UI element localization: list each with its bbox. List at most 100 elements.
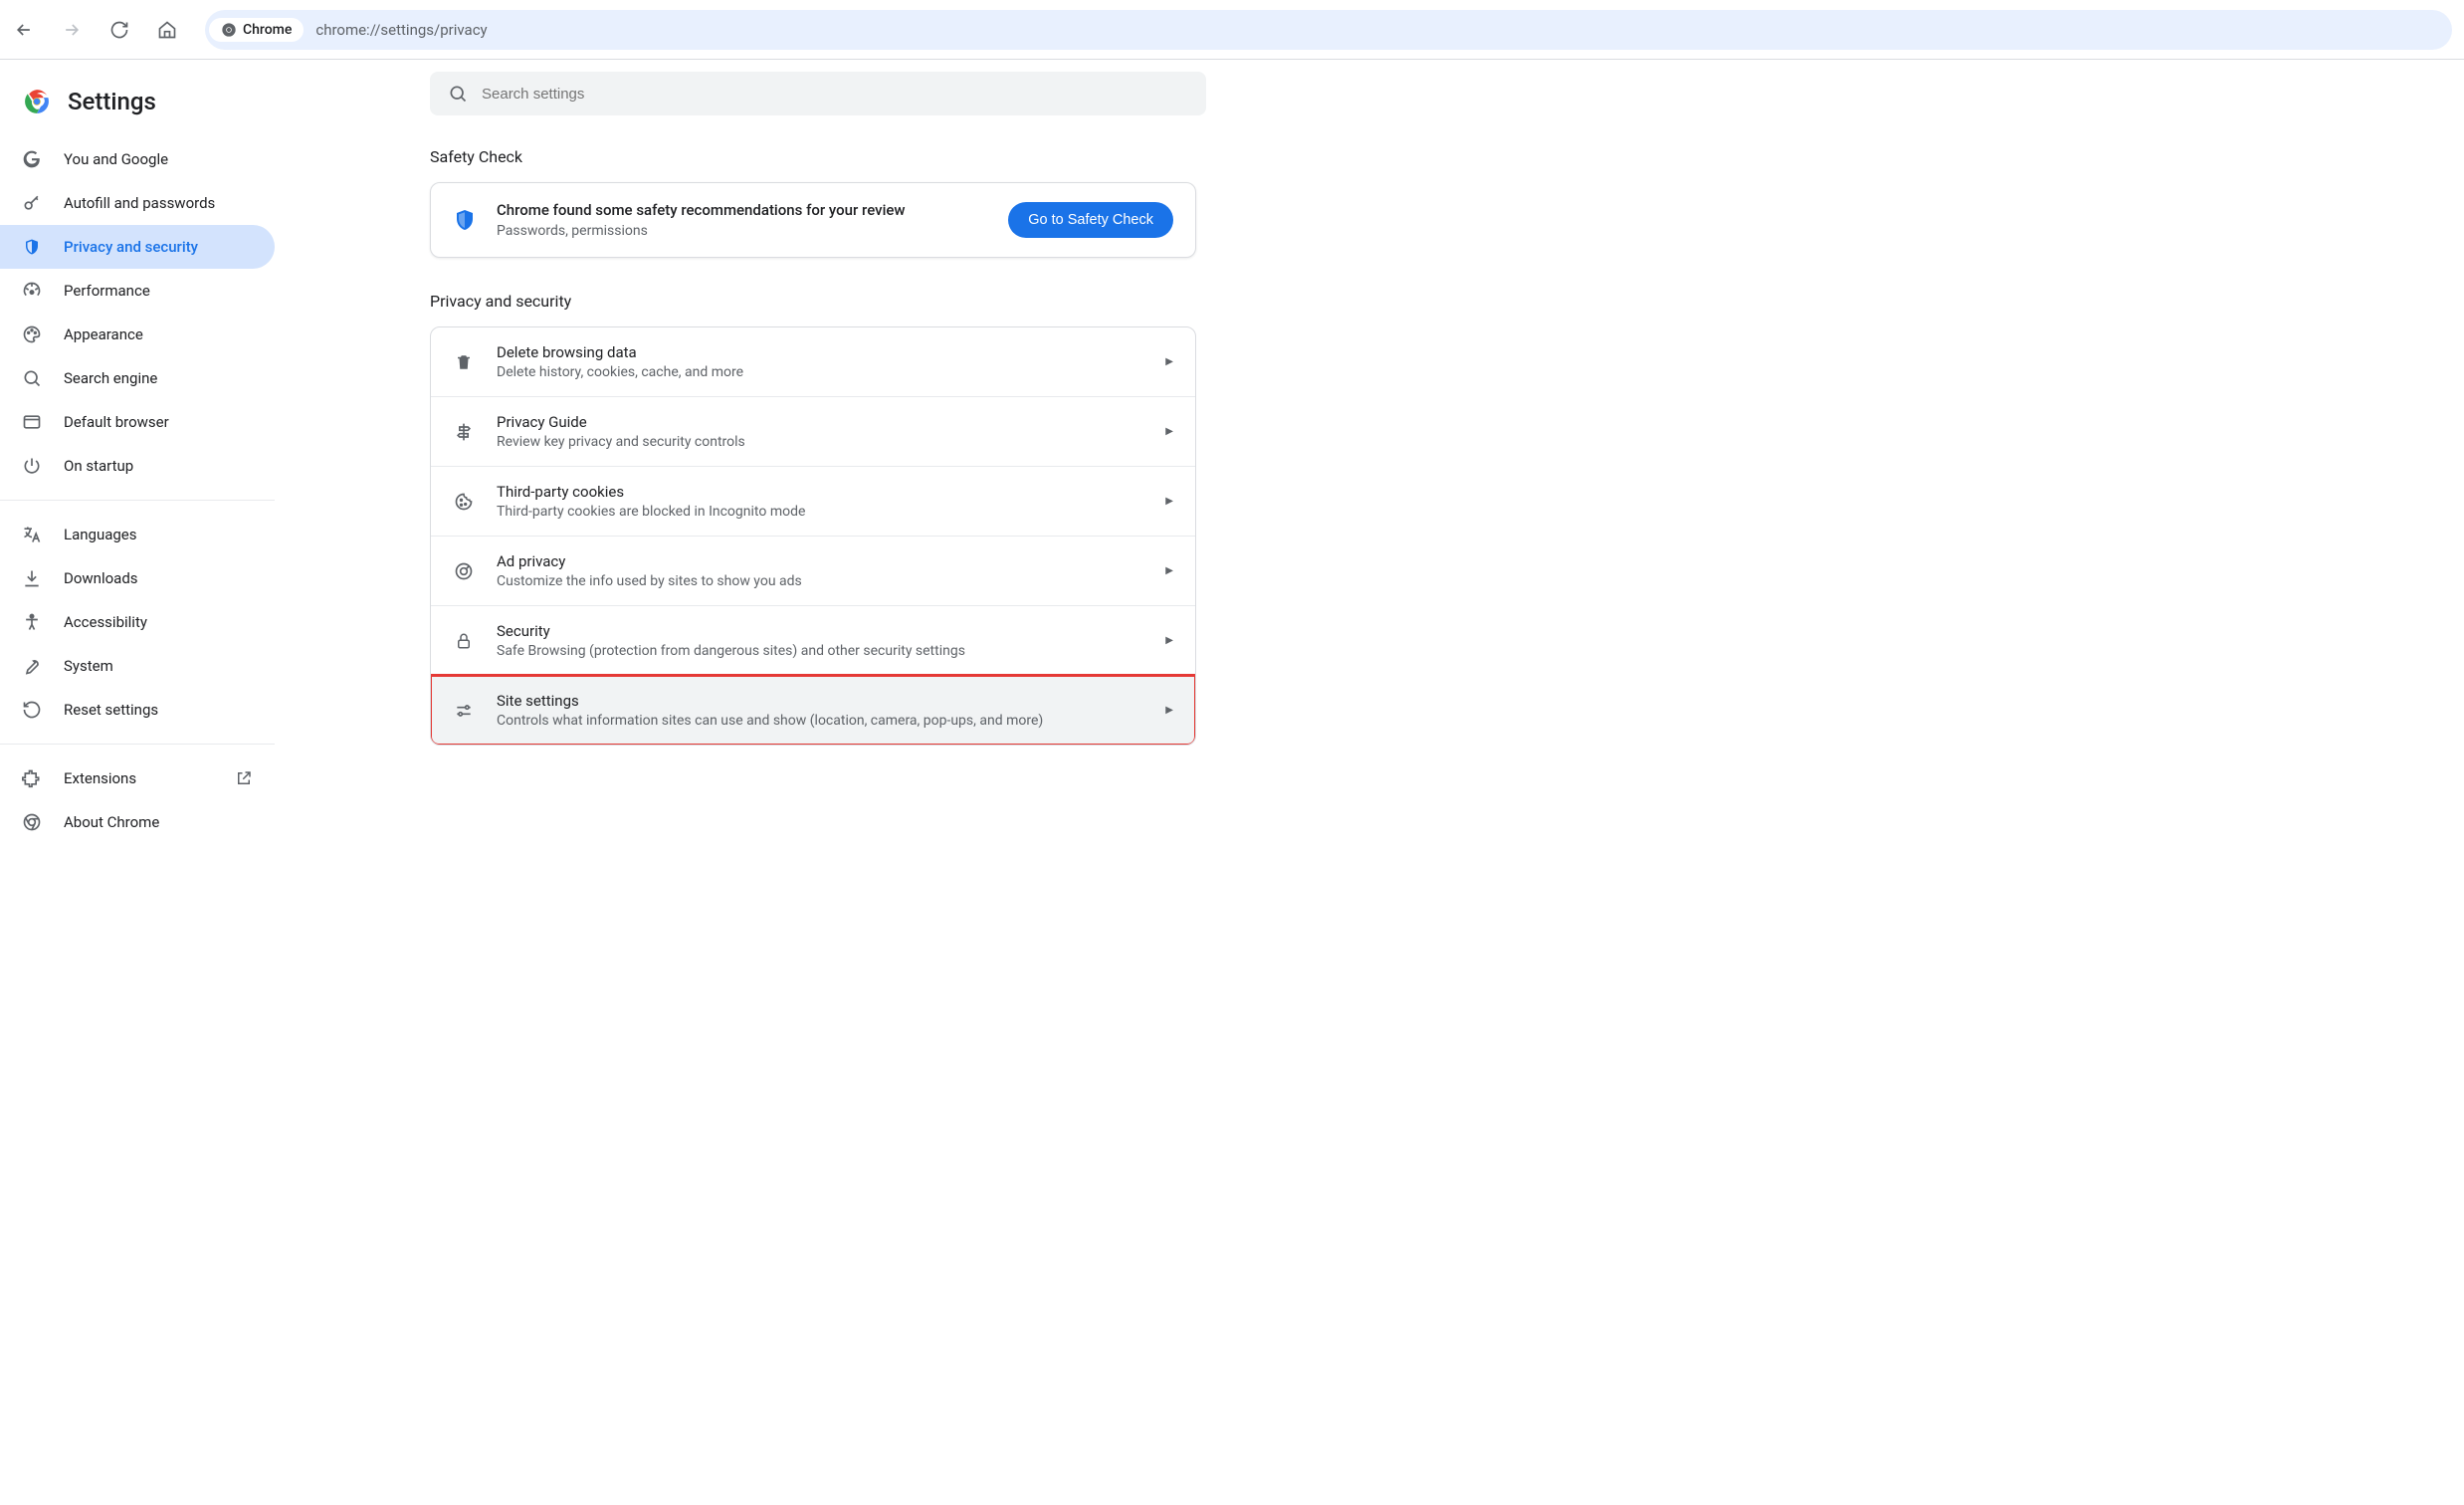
row-title: Third-party cookies (497, 483, 805, 501)
privacy-row-delete-browsing-data[interactable]: Delete browsing dataDelete history, cook… (431, 327, 1195, 397)
safety-check-subtitle: Passwords, permissions (497, 223, 988, 239)
chevron-right-icon: ▶ (1165, 426, 1173, 437)
sidebar-item-reset-settings[interactable]: Reset settings (0, 688, 275, 732)
extension-icon (22, 768, 42, 788)
chrome-icon (22, 812, 42, 832)
sidebar-item-label: Default browser (64, 413, 169, 431)
sidebar-item-label: Privacy and security (64, 238, 198, 256)
reset-icon (22, 700, 42, 720)
site-chip-label: Chrome (243, 22, 292, 38)
adprivacy-icon (453, 560, 475, 582)
section-privacy-title: Privacy and security (430, 292, 2464, 311)
row-title: Security (497, 622, 965, 640)
sidebar-item-accessibility[interactable]: Accessibility (0, 600, 275, 644)
omnibox-url: chrome://settings/privacy (311, 21, 487, 39)
nav-divider (0, 500, 275, 501)
home-button[interactable] (155, 18, 179, 42)
privacy-row-third-party-cookies[interactable]: Third-party cookies Third-party cookies a… (431, 467, 1195, 537)
row-subtitle: Delete history, cookies, cache, and more (497, 364, 743, 380)
chevron-right-icon: ▶ (1165, 705, 1173, 716)
sidebar-item-label: Extensions (64, 769, 136, 787)
privacy-row-security[interactable]: Security Safe Browsing (protection from d… (431, 606, 1195, 676)
chevron-right-icon: ▶ (1165, 565, 1173, 576)
row-title: Ad privacy (497, 552, 802, 570)
sidebar-item-extensions[interactable]: Extensions (0, 756, 275, 800)
open-in-new-icon (235, 769, 253, 787)
sidebar-item-on-startup[interactable]: On startup (0, 444, 275, 488)
signpost-icon (453, 421, 475, 443)
google-icon (22, 149, 42, 169)
privacy-list: Delete browsing dataDelete history, cook… (430, 326, 1196, 746)
sidebar-item-privacy-and-security[interactable]: Privacy and security (0, 225, 275, 269)
accessibility-icon (22, 612, 42, 632)
sidebar-item-you-and-google[interactable]: You and Google (0, 137, 275, 181)
sidebar-item-label: On startup (64, 457, 133, 475)
settings-search-input[interactable] (482, 86, 1188, 103)
trash-icon (453, 351, 475, 373)
row-title: Site settings (497, 692, 1043, 710)
safety-check-message: Chrome found some safety recommendations… (497, 201, 988, 219)
row-subtitle: Controls what information sites can use … (497, 713, 1043, 729)
sidebar-item-label: Performance (64, 282, 150, 300)
privacy-row-privacy-guide[interactable]: Privacy Guide Review key privacy and secu… (431, 397, 1195, 467)
sidebar-item-search-engine[interactable]: Search engine (0, 356, 275, 400)
lang-icon (22, 525, 42, 544)
lock-icon (453, 630, 475, 652)
settings-sidebar: Settings You and Google Autofill and pass… (0, 60, 291, 1505)
sliders-icon (453, 700, 475, 722)
back-button[interactable] (12, 18, 36, 42)
sidebar-item-label: System (64, 657, 113, 675)
sidebar-title: Settings (68, 88, 156, 115)
chevron-right-icon: ▶ (1165, 635, 1173, 646)
row-subtitle: Third-party cookies are blocked in Incog… (497, 504, 805, 520)
sidebar-item-label: You and Google (64, 150, 168, 168)
sidebar-item-label: Reset settings (64, 701, 158, 719)
search-icon (22, 368, 42, 388)
sidebar-item-languages[interactable]: Languages (0, 513, 275, 556)
chevron-right-icon: ▶ (1165, 496, 1173, 507)
sidebar-item-label: Search engine (64, 369, 157, 387)
shield-icon (22, 237, 42, 257)
sidebar-item-system[interactable]: System (0, 644, 275, 688)
sidebar-item-label: Autofill and passwords (64, 194, 215, 212)
omnibox[interactable]: Chrome chrome://settings/privacy (205, 10, 2452, 50)
sidebar-item-label: About Chrome (64, 813, 159, 831)
power-icon (22, 456, 42, 476)
safety-check-card: Chrome found some safety recommendations… (430, 182, 1196, 258)
sidebar-item-performance[interactable]: Performance (0, 269, 275, 313)
settings-main: Safety Check Chrome found some safety re… (291, 60, 2464, 1505)
sidebar-item-default-browser[interactable]: Default browser (0, 400, 275, 444)
browser-toolbar: Chrome chrome://settings/privacy (0, 0, 2464, 60)
row-subtitle: Review key privacy and security controls (497, 434, 745, 450)
wrench-icon (22, 656, 42, 676)
go-to-safety-check-button[interactable]: Go to Safety Check (1008, 202, 1173, 238)
site-chip: Chrome (209, 18, 304, 42)
privacy-row-site-settings[interactable]: Site settings Controls what information s… (431, 676, 1195, 745)
forward-button[interactable] (60, 18, 84, 42)
row-subtitle: Customize the info used by sites to show… (497, 573, 802, 589)
privacy-row-ad-privacy[interactable]: Ad privacy Customize the info used by sit… (431, 537, 1195, 606)
search-icon (448, 84, 468, 104)
sidebar-item-autofill-and-passwords[interactable]: Autofill and passwords (0, 181, 275, 225)
nav-divider (0, 744, 275, 745)
reload-button[interactable] (107, 18, 131, 42)
cookie-icon (453, 491, 475, 513)
sidebar-item-label: Appearance (64, 325, 143, 343)
section-safety-check-title: Safety Check (430, 147, 2464, 166)
sidebar-item-label: Downloads (64, 569, 138, 587)
palette-icon (22, 324, 42, 344)
download-icon (22, 568, 42, 588)
sidebar-item-downloads[interactable]: Downloads (0, 556, 275, 600)
sidebar-header: Settings (0, 80, 291, 137)
row-subtitle: Safe Browsing (protection from dangerous… (497, 643, 965, 659)
chevron-right-icon: ▶ (1165, 356, 1173, 367)
key-icon (22, 193, 42, 213)
sidebar-item-about-chrome[interactable]: About Chrome (0, 800, 275, 844)
sidebar-item-label: Languages (64, 526, 137, 543)
sidebar-item-label: Accessibility (64, 613, 147, 631)
sidebar-item-appearance[interactable]: Appearance (0, 313, 275, 356)
speed-icon (22, 281, 42, 301)
settings-search[interactable] (430, 72, 1206, 115)
row-title: Privacy Guide (497, 413, 745, 431)
browser-icon (22, 412, 42, 432)
